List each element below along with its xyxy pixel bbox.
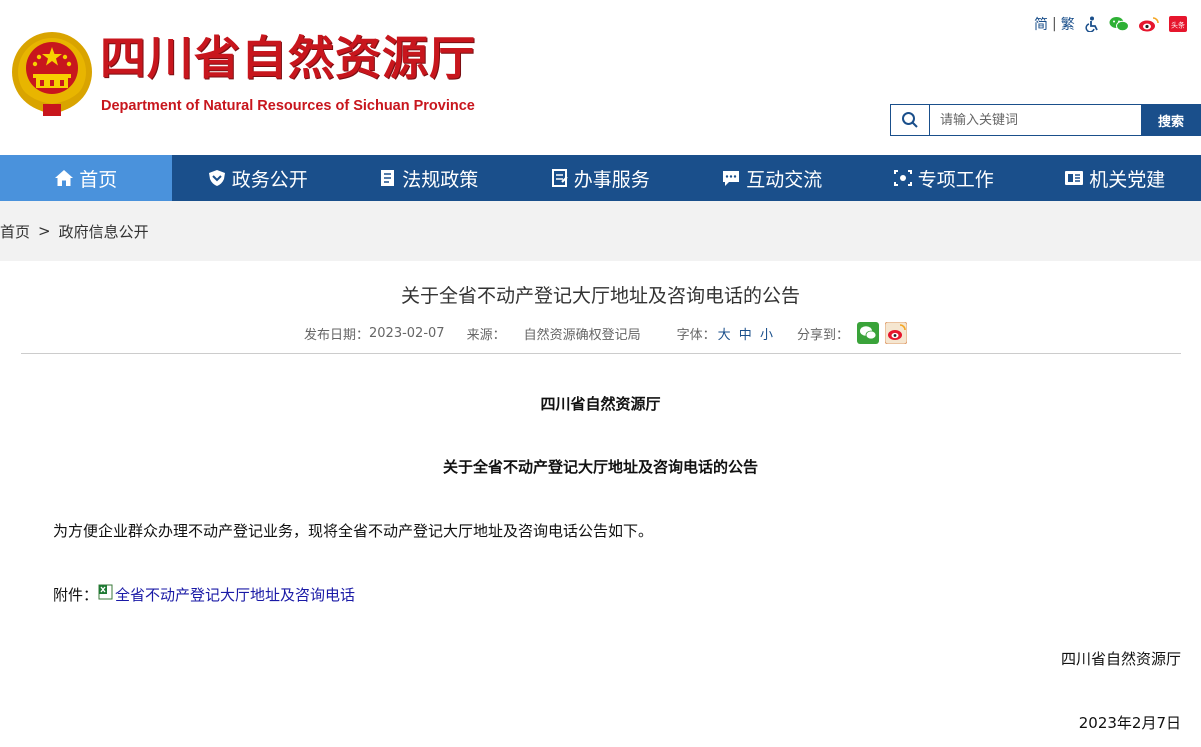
nav-label: 机关党建 xyxy=(1089,168,1166,191)
traditional-chinese-link[interactable]: 繁 xyxy=(1061,14,1075,34)
nav-label: 政务公开 xyxy=(231,168,308,191)
nav-label: 首页 xyxy=(79,168,118,191)
notice-heading: 关于全省不动产登记大厅地址及咨询电话的公告 xyxy=(442,458,758,476)
toutiao-label: 头条 xyxy=(1171,21,1185,30)
share-wechat-icon[interactable] xyxy=(856,322,879,344)
share-weibo-icon[interactable] xyxy=(884,322,907,344)
chat-icon xyxy=(721,169,741,187)
top-links: 简 | 繁 头条 xyxy=(1034,14,1187,34)
nav-item-regulations[interactable]: 法规政策 xyxy=(343,155,515,201)
separator: | xyxy=(1052,16,1057,32)
nav-item-interaction[interactable]: 互动交流 xyxy=(686,155,858,201)
toutiao-icon[interactable]: 头条 xyxy=(1168,16,1187,32)
badge-icon xyxy=(1064,169,1084,187)
main-nav: 首页 政务公开 法规政策 办事服务 互动交流 专项工作 机关党建 xyxy=(0,155,1201,201)
attachment-line: 附件： 全省不动产登记大厅地址及咨询电话 xyxy=(53,584,355,605)
breadcrumb-separator: > xyxy=(38,222,51,240)
document-icon xyxy=(379,169,397,187)
article-meta: 发布日期： 2023-02-07 来源： 自然资源确权登记局 字体： 大 中 小… xyxy=(304,322,907,344)
search-icon[interactable] xyxy=(890,104,929,136)
breadcrumb: 首页 > 政府信息公开 xyxy=(0,201,1201,261)
share-label: 分享到： xyxy=(796,327,849,343)
font-size-controls: 大 中 小 xyxy=(716,324,775,343)
breadcrumb-home-link[interactable]: 首页 xyxy=(0,221,30,242)
site-subtitle: Department of Natural Resources of Sichu… xyxy=(101,98,475,114)
nav-item-services[interactable]: 办事服务 xyxy=(515,155,687,201)
font-small-button[interactable]: 小 xyxy=(760,328,773,343)
accessibility-icon[interactable] xyxy=(1084,16,1100,32)
body-paragraph: 为方便企业群众办理不动产登记业务，现将全省不动产登记大厅地址及咨询电话公告如下。 xyxy=(53,522,654,540)
nav-item-home[interactable]: 首页 xyxy=(0,155,172,201)
wechat-icon[interactable] xyxy=(1109,16,1129,32)
nav-item-government-affairs[interactable]: 政务公开 xyxy=(172,155,344,201)
title-divider xyxy=(21,353,1181,354)
source-value: 自然资源确权登记局 xyxy=(523,327,641,343)
font-medium-button[interactable]: 中 xyxy=(739,328,752,343)
site-title: 四川省自然资源厅 xyxy=(100,31,476,85)
article-title: 关于全省不动产登记大厅地址及咨询电话的公告 xyxy=(400,285,800,307)
home-icon xyxy=(54,169,74,187)
attachment-label: 附件： xyxy=(53,586,99,604)
national-emblem-icon xyxy=(9,30,95,120)
nav-label: 专项工作 xyxy=(917,168,994,191)
nav-label: 互动交流 xyxy=(746,168,823,191)
signature-org: 四川省自然资源厅 xyxy=(1060,650,1181,668)
publish-date: 2023-02-07 xyxy=(369,325,445,341)
search-button[interactable]: 搜索 xyxy=(1141,104,1201,136)
weibo-icon[interactable] xyxy=(1138,16,1160,32)
search-input[interactable] xyxy=(929,104,1151,136)
source-label: 来源： xyxy=(466,327,506,343)
font-large-button[interactable]: 大 xyxy=(718,328,731,343)
nav-label: 办事服务 xyxy=(573,168,650,191)
simplified-chinese-link[interactable]: 简 xyxy=(1034,14,1048,34)
breadcrumb-current-link[interactable]: 政府信息公开 xyxy=(59,221,149,242)
shield-icon xyxy=(207,169,227,187)
search-bar: 搜索 xyxy=(890,104,1201,136)
attachment-link[interactable]: 全省不动产登记大厅地址及咨询电话 xyxy=(115,584,355,605)
excel-file-icon xyxy=(98,584,114,600)
form-icon xyxy=(551,169,569,187)
org-heading: 四川省自然资源厅 xyxy=(540,395,661,413)
font-size-label: 字体： xyxy=(676,327,716,343)
nav-item-party-building[interactable]: 机关党建 xyxy=(1029,155,1201,201)
signature-date: 2023年2月7日 xyxy=(1078,714,1181,732)
target-icon xyxy=(893,169,913,187)
nav-item-special-work[interactable]: 专项工作 xyxy=(858,155,1030,201)
date-label: 发布日期： xyxy=(304,327,370,343)
nav-label: 法规政策 xyxy=(402,168,479,191)
site-header: 四川省自然资源厅 Department of Natural Resources… xyxy=(0,0,1201,155)
